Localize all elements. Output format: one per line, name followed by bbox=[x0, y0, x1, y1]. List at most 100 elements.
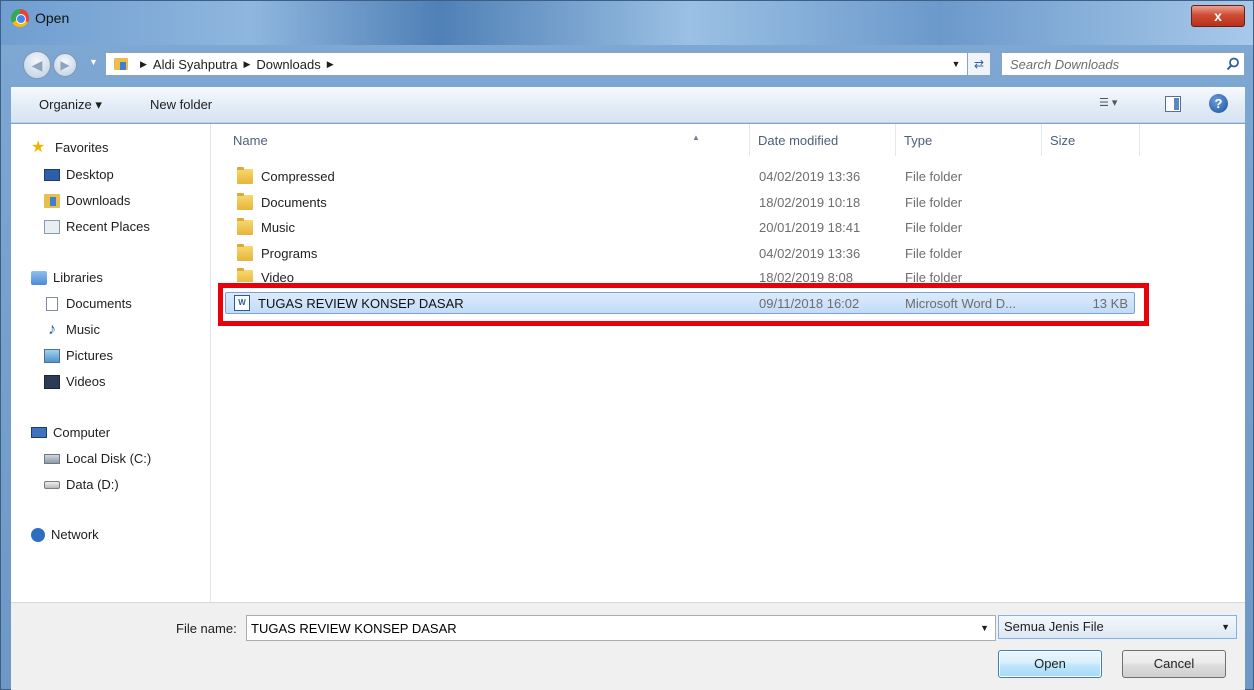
nav-documents[interactable]: Documents bbox=[44, 296, 132, 311]
preview-pane-button[interactable] bbox=[1165, 96, 1181, 112]
forward-button[interactable]: ▶ bbox=[53, 53, 77, 77]
folder-icon bbox=[237, 243, 253, 261]
file-date: 18/02/2019 8:08 bbox=[759, 270, 853, 282]
refresh-button[interactable]: ⇄ bbox=[967, 52, 991, 76]
file-row[interactable]: Documents 18/02/2019 10:18 File folder bbox=[225, 191, 1145, 213]
address-bar[interactable]: ▶ Aldi Syahputra ▶ Downloads ▶ bbox=[105, 52, 985, 76]
drive-icon bbox=[44, 480, 60, 489]
file-row[interactable]: Video 18/02/2019 8:08 File folder bbox=[225, 268, 1145, 282]
open-dialog-window: Open x ◀ ▶ ▼ ▶ Aldi Syahputra ▶ Download… bbox=[0, 0, 1254, 690]
recent-places-icon bbox=[44, 219, 60, 234]
nav-libraries[interactable]: Libraries bbox=[31, 270, 103, 285]
folder-icon bbox=[237, 268, 253, 282]
file-row[interactable]: Compressed 04/02/2019 13:36 File folder bbox=[225, 165, 1145, 187]
chevron-down-icon[interactable]: ▼ bbox=[1221, 616, 1230, 638]
chrome-app-icon bbox=[11, 9, 29, 27]
nav-computer[interactable]: Computer bbox=[31, 425, 110, 440]
refresh-icon: ⇄ bbox=[973, 57, 985, 71]
address-dropdown-icon[interactable]: ▼ bbox=[947, 52, 965, 76]
title-bar[interactable]: Open x bbox=[1, 1, 1253, 45]
file-date: 04/02/2019 13:36 bbox=[759, 168, 861, 184]
file-type-filter-select[interactable]: Semua Jenis File ▼ bbox=[998, 615, 1237, 639]
search-icon[interactable] bbox=[1226, 57, 1240, 71]
desktop-icon bbox=[44, 168, 60, 181]
nav-favorites[interactable]: ★ Favorites bbox=[31, 138, 109, 156]
help-icon[interactable]: ? bbox=[1209, 94, 1228, 113]
column-header-size[interactable]: Size bbox=[1042, 124, 1140, 156]
file-type: File folder bbox=[905, 194, 963, 210]
search-input[interactable] bbox=[1002, 53, 1212, 75]
nav-pictures-label: Pictures bbox=[66, 348, 113, 363]
nav-videos[interactable]: Videos bbox=[44, 374, 106, 389]
nav-desktop[interactable]: Desktop bbox=[44, 167, 114, 182]
videos-icon bbox=[44, 374, 60, 389]
file-name: Video bbox=[261, 270, 295, 282]
column-header-date[interactable]: Date modified bbox=[750, 124, 896, 156]
nav-recent-places[interactable]: Recent Places bbox=[44, 219, 150, 234]
file-type-filter-value: Semua Jenis File bbox=[1004, 619, 1104, 634]
file-type: File folder bbox=[905, 168, 963, 184]
nav-local-disk-c[interactable]: Local Disk (C:) bbox=[44, 451, 151, 466]
breadcrumb-separator-icon[interactable]: ▶ bbox=[243, 59, 250, 70]
nav-data-d[interactable]: Data (D:) bbox=[44, 477, 119, 492]
window-title: Open bbox=[35, 10, 70, 26]
file-name: Compressed bbox=[261, 168, 335, 184]
column-header-name[interactable]: Name ▲ bbox=[225, 124, 750, 156]
view-list-icon: ☰ ▾ bbox=[1099, 97, 1118, 109]
nav-downloads[interactable]: Downloads bbox=[44, 193, 130, 208]
nav-downloads-label: Downloads bbox=[66, 193, 131, 208]
nav-videos-label: Videos bbox=[66, 374, 106, 389]
back-button[interactable]: ◀ bbox=[23, 51, 51, 79]
back-arrow-icon: ◀ bbox=[31, 57, 43, 73]
breadcrumb-separator-icon[interactable]: ▶ bbox=[140, 59, 147, 70]
search-box[interactable] bbox=[1001, 52, 1245, 76]
file-type: File folder bbox=[905, 219, 963, 235]
dialog-footer: File name: ▼ Semua Jenis File ▼ Open Can… bbox=[11, 602, 1245, 690]
nav-local-disk-label: Local Disk (C:) bbox=[66, 451, 152, 466]
nav-network[interactable]: Network bbox=[31, 527, 99, 542]
file-name-input[interactable] bbox=[247, 616, 967, 640]
command-toolbar: Organize ▾ New folder ☰ ▾ ? bbox=[11, 87, 1245, 123]
nav-recent-places-label: Recent Places bbox=[66, 219, 150, 234]
file-type: File folder bbox=[905, 270, 963, 282]
nav-data-d-label: Data (D:) bbox=[66, 477, 119, 492]
file-name-combobox[interactable]: ▼ bbox=[246, 615, 996, 641]
file-list[interactable]: Name ▲ Date modified Type Size Compresse… bbox=[212, 124, 1245, 602]
star-icon: ★ bbox=[31, 138, 46, 156]
breadcrumb-separator-icon[interactable]: ▶ bbox=[327, 59, 334, 70]
nav-music[interactable]: ♪ Music bbox=[44, 320, 100, 338]
new-folder-button[interactable]: New folder bbox=[150, 97, 212, 112]
recent-locations-dropdown[interactable]: ▼ bbox=[89, 57, 98, 67]
nav-documents-label: Documents bbox=[66, 296, 132, 311]
documents-icon bbox=[46, 296, 58, 311]
file-row[interactable]: Music 20/01/2019 18:41 File folder bbox=[225, 216, 1145, 238]
breadcrumb-aldi-syahputra[interactable]: Aldi Syahputra bbox=[153, 57, 238, 72]
navigation-pane[interactable]: ★ Favorites Desktop Downloads Recent Pla… bbox=[11, 124, 211, 602]
downloads-icon bbox=[44, 193, 60, 208]
nav-favorites-label: Favorites bbox=[55, 140, 109, 155]
computer-icon bbox=[31, 427, 47, 438]
nav-computer-label: Computer bbox=[53, 425, 111, 440]
close-button[interactable]: x bbox=[1191, 5, 1245, 27]
nav-desktop-label: Desktop bbox=[66, 167, 114, 182]
file-name: Programs bbox=[261, 245, 318, 261]
open-button[interactable]: Open bbox=[998, 650, 1102, 678]
music-note-icon: ♪ bbox=[48, 320, 56, 338]
column-name-label: Name bbox=[233, 133, 268, 148]
change-view-button[interactable]: ☰ ▾ bbox=[1099, 96, 1139, 114]
file-name: Music bbox=[261, 219, 295, 235]
organize-button[interactable]: Organize ▾ bbox=[39, 97, 102, 113]
file-name: Documents bbox=[261, 194, 327, 210]
nav-pictures[interactable]: Pictures bbox=[44, 348, 113, 363]
folder-icon bbox=[237, 217, 253, 235]
pictures-icon bbox=[44, 348, 60, 363]
cancel-button[interactable]: Cancel bbox=[1122, 650, 1226, 678]
chevron-down-icon[interactable]: ▼ bbox=[980, 616, 989, 640]
breadcrumb-downloads[interactable]: Downloads bbox=[256, 57, 320, 72]
nav-network-label: Network bbox=[51, 527, 99, 542]
libraries-icon bbox=[31, 270, 47, 285]
column-header-type[interactable]: Type bbox=[896, 124, 1042, 156]
nav-libraries-label: Libraries bbox=[53, 270, 103, 285]
file-row[interactable]: Programs 04/02/2019 13:36 File folder bbox=[225, 242, 1145, 264]
forward-arrow-icon: ▶ bbox=[60, 58, 70, 72]
